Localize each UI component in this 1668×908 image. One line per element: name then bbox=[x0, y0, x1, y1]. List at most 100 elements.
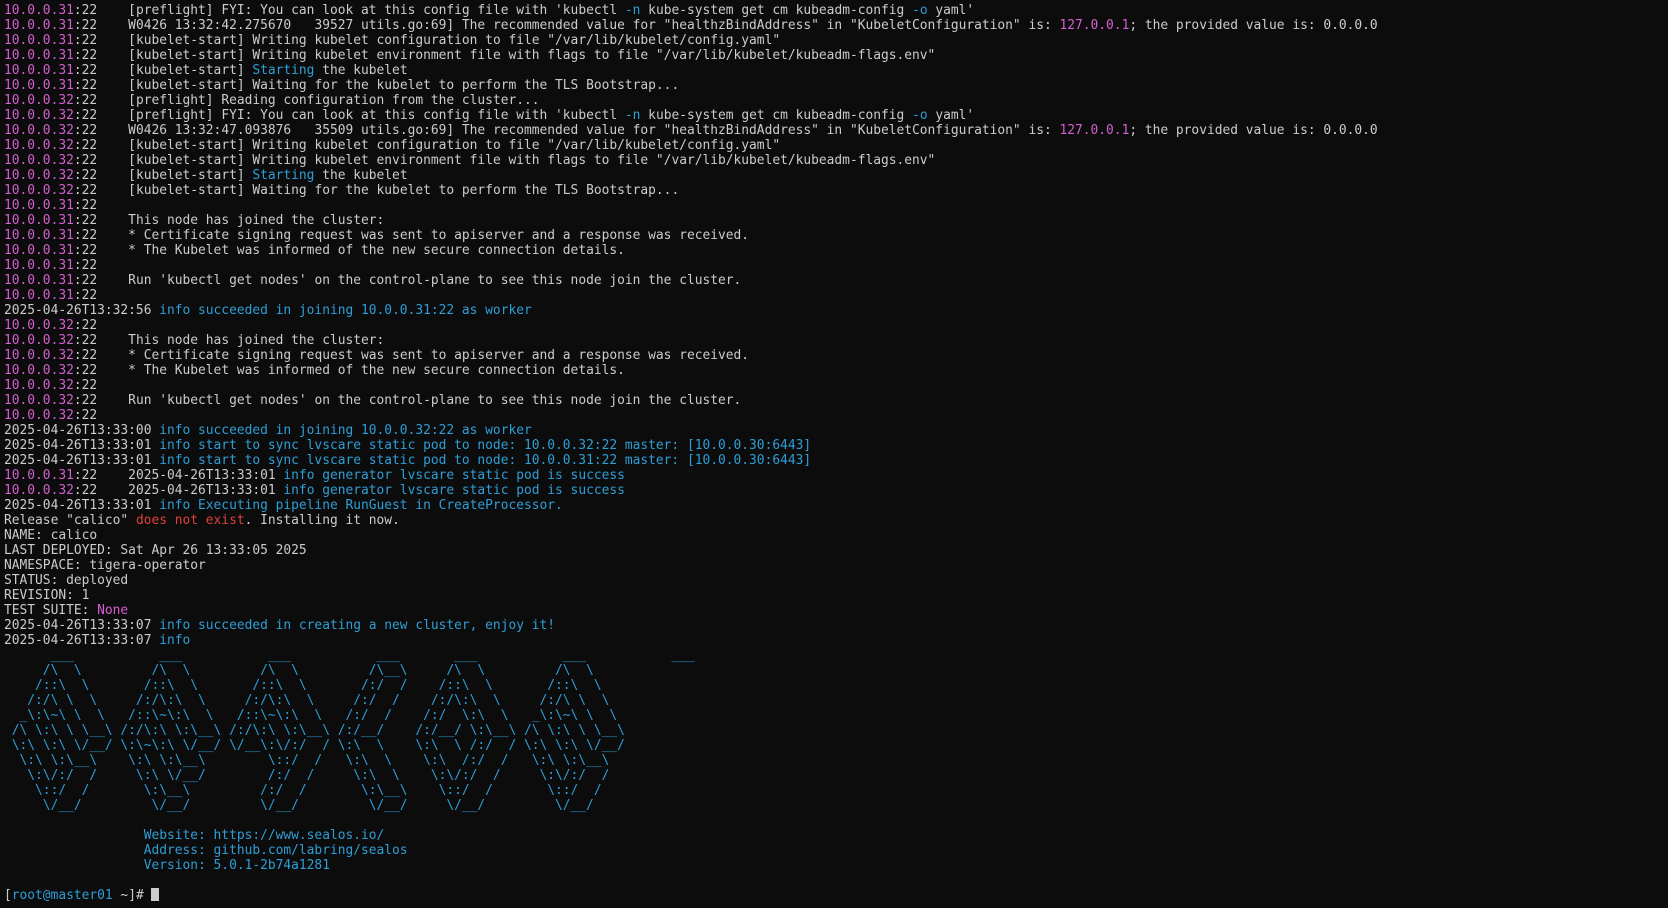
terminal-line: 10.0.0.31:22 * The Kubelet was informed … bbox=[4, 243, 1664, 258]
terminal-text-segment: 10.0.0.31 bbox=[4, 288, 74, 303]
terminal-text-segment: ___ ___ ___ ___ ___ ___ ___ bbox=[4, 648, 734, 663]
terminal-text-segment: 127.0.0.1 bbox=[1059, 18, 1130, 33]
terminal-text-segment: 10.0.0.32 bbox=[4, 333, 74, 348]
terminal-text-segment: kube-system get cm kubeadm-config bbox=[640, 108, 913, 123]
terminal-line: 10.0.0.31:22 [kubelet-start] Writing kub… bbox=[4, 33, 1664, 48]
terminal-text-segment: 10.0.0.31 bbox=[4, 243, 74, 258]
terminal-text-segment: 2025-04-26T13:32:56 bbox=[4, 303, 160, 318]
terminal-text-segment: 10.0.0.31 bbox=[4, 198, 74, 213]
terminal-line: 10.0.0.32:22 2025-04-26T13:33:01 info ge… bbox=[4, 483, 1664, 498]
terminal-text-segment: :22 [kubelet-start] bbox=[73, 63, 253, 78]
terminal-text-segment: root@master01 bbox=[11, 888, 113, 903]
terminal-line: Website: https://www.sealos.io/ bbox=[4, 828, 1664, 843]
terminal-text-segment: 2025-04-26T13:33:01 bbox=[4, 453, 160, 468]
terminal-text-segment: 10.0.0.31 bbox=[4, 63, 74, 78]
terminal-text-segment: 10.0.0.32 bbox=[4, 168, 74, 183]
terminal-text-segment: Release "calico" bbox=[4, 513, 136, 528]
cursor-icon bbox=[151, 888, 160, 901]
terminal-text-segment: info succeeded in joining 10.0.0.32:22 a… bbox=[159, 423, 532, 438]
terminal-text-segment: :22 W0426 13:32:47.093876 35509 utils.go… bbox=[73, 123, 1060, 138]
terminal-text-segment: . Installing it now. bbox=[244, 513, 400, 528]
terminal-line: 10.0.0.31:22 * Certificate signing reque… bbox=[4, 228, 1664, 243]
terminal-text-segment: 10.0.0.31 bbox=[4, 3, 74, 18]
terminal-text-segment: \:\ \:\__\ \:\ \:\__\ \::/ / \:\ \ \:\ /… bbox=[4, 753, 625, 768]
terminal-text-segment: :22 [kubelet-start] Writing kubelet envi… bbox=[73, 48, 936, 63]
terminal-text-segment: Address: github.com/labring/sealos bbox=[4, 843, 408, 858]
terminal-line: ___ ___ ___ ___ ___ ___ ___ bbox=[4, 648, 1664, 663]
terminal-line: 10.0.0.31:22 bbox=[4, 258, 1664, 273]
terminal-text-segment: info start to sync lvscare static pod to… bbox=[159, 438, 812, 453]
terminal-text-segment: -o bbox=[912, 108, 928, 123]
terminal-line: NAMESPACE: tigera-operator bbox=[4, 558, 1664, 573]
terminal-text-segment: :22 * The Kubelet was informed of the ne… bbox=[73, 243, 625, 258]
terminal-text-segment: :22 W0426 13:32:42.275670 39527 utils.go… bbox=[73, 18, 1060, 33]
terminal-text-segment: NAMESPACE: tigera-operator bbox=[4, 558, 206, 573]
terminal-text-segment: ~]# bbox=[112, 888, 152, 903]
terminal-text-segment: info bbox=[159, 633, 191, 648]
terminal-line: 10.0.0.32:22 [kubelet-start] Waiting for… bbox=[4, 183, 1664, 198]
terminal-text-segment: 10.0.0.32 bbox=[4, 378, 74, 393]
terminal-text-segment: :22 [kubelet-start] Waiting for the kube… bbox=[73, 183, 680, 198]
terminal-text-segment: 127.0.0.1 bbox=[1059, 123, 1130, 138]
terminal-text-segment: \::/ / \:\__\ /:/ / \:\__\ \::/ / \::/ / bbox=[4, 783, 625, 798]
terminal-text-segment: :22 bbox=[73, 288, 98, 303]
terminal-output[interactable]: 10.0.0.31 :22 [preflight] FYI: You can lo… bbox=[4, 3, 1664, 905]
terminal-line: 10.0.0.31:22 [kubelet-start] Starting th… bbox=[4, 63, 1664, 78]
terminal-line: 10.0.0.32:22 This node has joined the cl… bbox=[4, 333, 1664, 348]
terminal-text-segment: :22 [preflight] FYI: You can look at thi… bbox=[73, 108, 625, 123]
terminal-text-segment: ; the provided value is: 0.0.0.0 bbox=[1129, 123, 1378, 138]
terminal-text-segment: \:\ \:\ \/__/ \:\~\:\ \/__/ \/__\:\/:/ /… bbox=[4, 738, 625, 753]
terminal-text-segment: :22 [preflight] Reading configuration fr… bbox=[73, 93, 540, 108]
terminal-text-segment: 10.0.0.32 bbox=[4, 138, 74, 153]
terminal-line: 2025-04-26T13:33:07 info succeeded in cr… bbox=[4, 618, 1664, 633]
terminal-line: \:\ \:\__\ \:\ \:\__\ \::/ / \:\ \ \:\ /… bbox=[4, 753, 1664, 768]
terminal-text-segment: :22 2025-04-26T13:33:01 bbox=[73, 468, 284, 483]
terminal-text-segment: 10.0.0.31 bbox=[4, 228, 74, 243]
terminal-text-segment: :22 [kubelet-start] Writing kubelet conf… bbox=[73, 138, 781, 153]
terminal-line: Release "calico" does not exist. Install… bbox=[4, 513, 1664, 528]
terminal-line: 10.0.0.31:22 [preflight] FYI: You can lo… bbox=[4, 3, 1664, 18]
terminal-line: /:/\ \ \ /:/\:\ \ /:/\:\ \ /:/ / /:/\:\ … bbox=[4, 693, 1664, 708]
terminal-text-segment: -n bbox=[624, 108, 641, 123]
terminal-text-segment: :22 2025-04-26T13:33:01 bbox=[73, 483, 284, 498]
terminal-line: STATUS: deployed bbox=[4, 573, 1664, 588]
terminal-text-segment: 10.0.0.32 bbox=[4, 408, 74, 423]
terminal-line: /\ \:\ \ \__\ /:/\:\ \:\__\ /:/\:\ \:\__… bbox=[4, 723, 1664, 738]
terminal-text-segment: ; the provided value is: 0.0.0.0 bbox=[1129, 18, 1378, 33]
terminal-text-segment: :22 bbox=[73, 318, 98, 333]
terminal-line: 2025-04-26T13:33:01 info start to sync l… bbox=[4, 438, 1664, 453]
terminal-text-segment: yaml' bbox=[927, 3, 975, 18]
terminal-text-segment: yaml' bbox=[927, 108, 975, 123]
terminal-line: TEST SUITE: None bbox=[4, 603, 1664, 618]
terminal-text-segment: info Executing pipeline RunGuest in Crea… bbox=[159, 498, 563, 513]
terminal-line: 10.0.0.32:22 [preflight] Reading configu… bbox=[4, 93, 1664, 108]
terminal-text-segment: 10.0.0.32 bbox=[4, 123, 74, 138]
terminal-line: [root@master01 ~]# bbox=[4, 888, 1664, 903]
terminal-line: 10.0.0.32:22 [kubelet-start] Writing kub… bbox=[4, 138, 1664, 153]
terminal-line: Version: 5.0.1-2b74a1281 bbox=[4, 858, 1664, 873]
terminal-text-segment: \:\/:/ / \:\ \/__/ /:/ / \:\ \ \:\/:/ / … bbox=[4, 768, 625, 783]
terminal-text-segment: info generator lvscare static pod is suc… bbox=[283, 483, 625, 498]
terminal-line: 10.0.0.32:22 Run 'kubectl get nodes' on … bbox=[4, 393, 1664, 408]
terminal-text-segment: 10.0.0.32 bbox=[4, 318, 74, 333]
terminal-text-segment: 2025-04-26T13:33:01 bbox=[4, 438, 160, 453]
terminal-line: 10.0.0.31:22 This node has joined the cl… bbox=[4, 213, 1664, 228]
terminal-text-segment: info generator lvscare static pod is suc… bbox=[283, 468, 625, 483]
terminal-text-segment: Website: https://www.sealos.io/ bbox=[4, 828, 385, 843]
terminal-line: NAME: calico bbox=[4, 528, 1664, 543]
terminal-line: 10.0.0.32:22 bbox=[4, 318, 1664, 333]
terminal-text-segment: 2025-04-26T13:33:00 bbox=[4, 423, 160, 438]
terminal-text-segment: 10.0.0.32 bbox=[4, 348, 74, 363]
terminal-text-segment: /::\ \ /::\ \ /::\ \ /:/ / /::\ \ /::\ \ bbox=[4, 678, 625, 693]
terminal-line: 10.0.0.32:22 [preflight] FYI: You can lo… bbox=[4, 108, 1664, 123]
terminal-line: Address: github.com/labring/sealos bbox=[4, 843, 1664, 858]
terminal-text-segment: :22 bbox=[73, 408, 98, 423]
terminal-line: 10.0.0.31:22 [kubelet-start] Writing kub… bbox=[4, 48, 1664, 63]
terminal-text-segment: _\:\~\ \ \ /::\~\:\ \ /::\~\:\ \ /:/ / /… bbox=[4, 708, 625, 723]
terminal-line: 10.0.0.31:22 2025-04-26T13:33:01 info ge… bbox=[4, 468, 1664, 483]
terminal-text-segment: 10.0.0.32 bbox=[4, 483, 74, 498]
terminal-text-segment: does not exist bbox=[135, 513, 245, 528]
terminal-text-segment: info succeeded in joining 10.0.0.31:22 a… bbox=[159, 303, 532, 318]
terminal-text-segment: 10.0.0.31 bbox=[4, 468, 74, 483]
